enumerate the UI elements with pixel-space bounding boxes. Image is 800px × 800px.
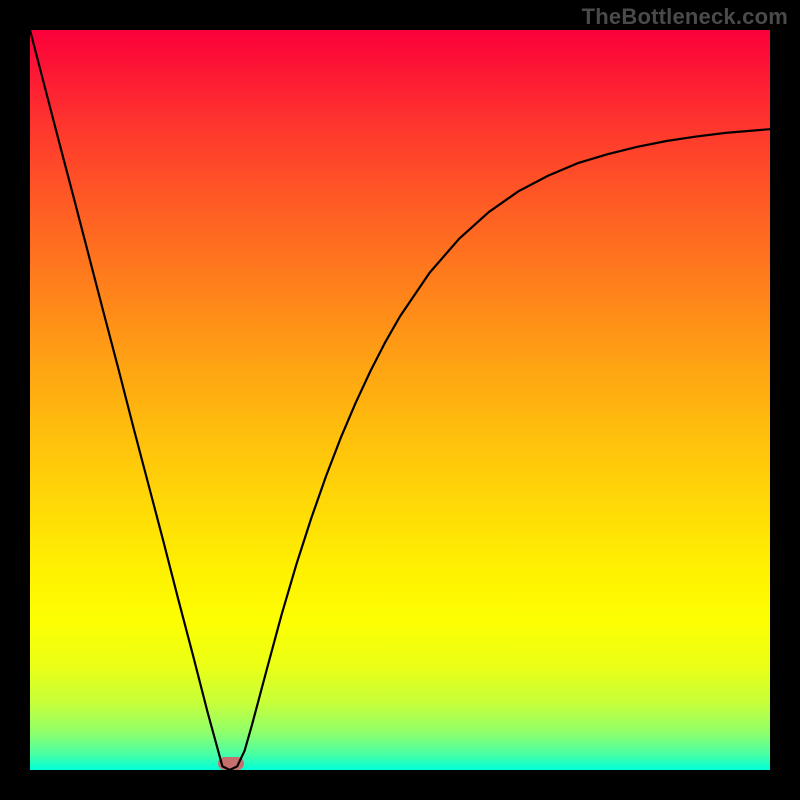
curve-path <box>30 30 770 770</box>
plot-area <box>30 30 770 770</box>
chart-frame: TheBottleneck.com <box>0 0 800 800</box>
watermark-text: TheBottleneck.com <box>582 4 788 30</box>
bottleneck-curve <box>30 30 770 770</box>
